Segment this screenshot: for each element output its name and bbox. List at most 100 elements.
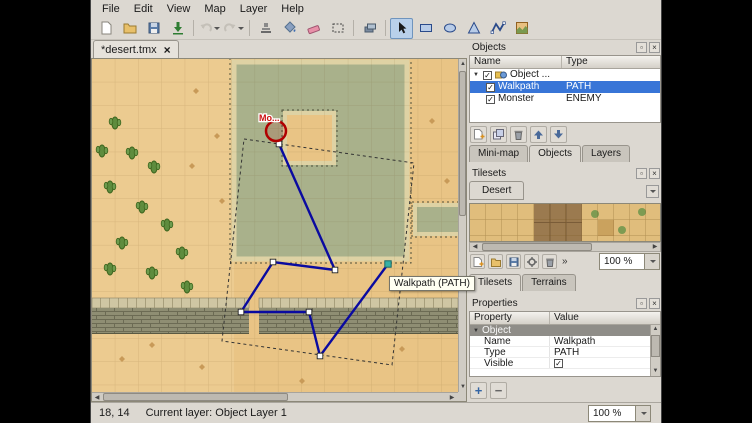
tab-layers[interactable]: Layers (582, 145, 630, 162)
tileset-zoom-combo[interactable]: 100 % (599, 253, 660, 270)
expander-icon[interactable]: ▼ (472, 69, 480, 81)
object-group-row[interactable]: ▼ ✓ Object ... (470, 69, 660, 81)
tileset-scroll-thumb[interactable] (482, 243, 592, 251)
add-property-button[interactable]: + (470, 382, 487, 399)
tileset-zoom-dropdown[interactable] (645, 253, 660, 270)
scroll-up-icon[interactable]: ▲ (651, 325, 660, 334)
object-row-walkpath[interactable]: ✓ Walkpath PATH (470, 81, 660, 93)
object-visible-checkbox[interactable]: ✓ (486, 83, 495, 92)
map-horizontal-scrollbar[interactable]: ◀ ▶ (92, 392, 458, 401)
dock-close-icon[interactable]: × (649, 298, 660, 309)
map-zoom-dropdown[interactable] (636, 405, 651, 422)
tab-close-icon[interactable]: × (164, 44, 171, 56)
insert-tile-object-tool-button[interactable] (510, 18, 533, 39)
tab-tilesets[interactable]: Tilesets (469, 274, 521, 291)
object-row-monster[interactable]: ✓ Monster ENEMY (470, 93, 660, 105)
scroll-right-icon[interactable]: ▶ (447, 394, 457, 402)
select-objects-tool-button[interactable] (390, 18, 413, 39)
menu-help[interactable]: Help (274, 2, 311, 16)
column-header-value[interactable]: Value (550, 312, 660, 324)
rect-select-button[interactable] (326, 18, 349, 39)
bucket-fill-button[interactable] (278, 18, 301, 39)
insert-polyline-tool-button[interactable] (486, 18, 509, 39)
dock-close-icon[interactable]: × (649, 42, 660, 53)
remove-property-button[interactable]: − (490, 382, 507, 399)
polyline-node[interactable] (270, 259, 276, 265)
polyline-node[interactable] (332, 267, 338, 273)
object-visible-checkbox[interactable]: ✓ (486, 95, 495, 104)
tab-objects[interactable]: Objects (529, 145, 581, 162)
property-group-row[interactable]: ▼ Object (470, 325, 660, 336)
add-object-layer-button[interactable] (470, 126, 487, 143)
vertical-scroll-thumb[interactable] (459, 71, 466, 216)
raise-object-button[interactable] (530, 126, 547, 143)
column-header-property[interactable]: Property (470, 312, 550, 324)
column-header-type[interactable]: Type (562, 56, 660, 68)
expander-icon[interactable]: ▼ (472, 328, 480, 334)
visible-checkbox[interactable]: ✓ (554, 359, 563, 368)
menu-layer[interactable]: Layer (233, 2, 275, 16)
lower-object-button[interactable] (550, 126, 567, 143)
delete-tileset-button[interactable] (542, 254, 557, 269)
insert-ellipse-tool-button[interactable] (438, 18, 461, 39)
open-file-button[interactable] (118, 18, 141, 39)
duplicate-object-button[interactable] (490, 126, 507, 143)
dock-float-icon[interactable]: ▫ (636, 298, 647, 309)
scroll-down-icon[interactable]: ▼ (651, 367, 660, 376)
menu-map[interactable]: Map (197, 2, 232, 16)
highlight-layer-button[interactable] (358, 18, 381, 39)
export-tileset-button[interactable] (506, 254, 521, 269)
tab-terrains[interactable]: Terrains (522, 274, 576, 291)
tileset-properties-button[interactable] (524, 254, 539, 269)
delete-object-button[interactable] (510, 126, 527, 143)
dock-close-icon[interactable]: × (649, 168, 660, 179)
save-button[interactable] (142, 18, 165, 39)
scroll-down-icon[interactable]: ▼ (459, 383, 467, 391)
tileset-view[interactable] (469, 203, 661, 242)
menu-file[interactable]: File (95, 2, 127, 16)
polyline-node[interactable] (317, 353, 323, 359)
horizontal-scroll-thumb[interactable] (103, 393, 288, 401)
tileset-scrollbar[interactable]: ◀ ▶ (469, 242, 661, 252)
undo-dropdown-icon[interactable] (214, 27, 220, 30)
polyline-node-hovered[interactable] (385, 261, 391, 267)
stamp-brush-button[interactable] (254, 18, 277, 39)
map-zoom-combo[interactable]: 100 % (588, 405, 651, 422)
scroll-up-icon[interactable]: ▲ (459, 60, 467, 68)
polyline-node[interactable] (238, 309, 244, 315)
menu-edit[interactable]: Edit (127, 2, 160, 16)
eraser-button[interactable] (302, 18, 325, 39)
property-row-type[interactable]: Type PATH (470, 347, 660, 358)
property-value[interactable]: Walkpath (550, 336, 660, 346)
scroll-right-icon[interactable]: ▶ (650, 243, 660, 251)
properties-scroll-thumb[interactable] (651, 335, 660, 357)
new-tileset-button[interactable] (470, 254, 485, 269)
properties-scrollbar[interactable]: ▲ ▼ (650, 325, 660, 376)
menu-view[interactable]: View (160, 2, 198, 16)
redo-button[interactable] (222, 18, 245, 39)
property-row-name[interactable]: Name Walkpath (470, 336, 660, 347)
polyline-node[interactable] (306, 309, 312, 315)
new-map-button[interactable] (94, 18, 117, 39)
property-value[interactable]: PATH (550, 347, 660, 357)
tileset-menu-button[interactable] (646, 185, 659, 198)
dock-float-icon[interactable]: ▫ (636, 42, 647, 53)
toolbar-overflow-icon[interactable]: » (562, 256, 568, 267)
export-button[interactable] (166, 18, 189, 39)
scroll-left-icon[interactable]: ◀ (470, 243, 480, 251)
map-canvas[interactable]: Mo... (92, 59, 458, 392)
document-tab[interactable]: *desert.tmx × (93, 40, 179, 58)
tileset-tab-desert[interactable]: Desert (469, 181, 524, 200)
monster-object-marker[interactable] (266, 121, 286, 141)
insert-polygon-tool-button[interactable] (462, 18, 485, 39)
scroll-left-icon[interactable]: ◀ (93, 394, 101, 402)
property-row-visible[interactable]: Visible ✓ (470, 358, 660, 369)
import-tileset-button[interactable] (488, 254, 503, 269)
group-visible-checkbox[interactable]: ✓ (483, 71, 492, 80)
redo-dropdown-icon[interactable] (238, 27, 244, 30)
dock-float-icon[interactable]: ▫ (636, 168, 647, 179)
undo-button[interactable] (198, 18, 221, 39)
map-vertical-scrollbar[interactable]: ▲ ▼ (458, 59, 466, 392)
column-header-name[interactable]: Name (470, 56, 562, 68)
insert-rectangle-tool-button[interactable] (414, 18, 437, 39)
